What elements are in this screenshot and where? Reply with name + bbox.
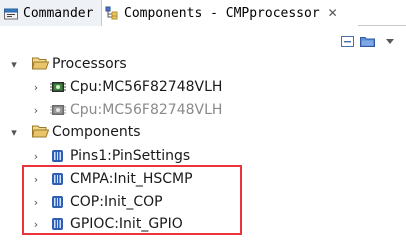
close-icon[interactable]: ✕ — [328, 6, 338, 20]
tab-components[interactable]: Components - CMPprocessor ✕ — [102, 0, 358, 26]
commander-icon — [4, 8, 18, 19]
bean-component-icon — [52, 150, 63, 162]
tab-label: Commander — [23, 5, 94, 21]
tree-node-label: Cpu:MC56F82748VLH — [70, 79, 223, 95]
chevron-right-icon[interactable]: › — [31, 104, 41, 117]
tree-node-label: Processors — [52, 56, 127, 72]
view-menu-icon[interactable] — [384, 36, 396, 47]
tree-node-label: Components — [52, 124, 141, 140]
tree-node-components[interactable]: ▾ Components — [0, 121, 406, 143]
tab-label: Components - CMPprocessor — [124, 5, 320, 21]
tree-node-pins1[interactable]: › Pins1:PinSettings — [0, 145, 406, 167]
components-view-icon — [105, 6, 118, 20]
chevron-down-icon[interactable]: ▾ — [9, 126, 19, 139]
collapse-all-icon[interactable] — [341, 36, 354, 47]
folder-open-icon — [32, 125, 49, 138]
tree-node-cpu[interactable]: › Cpu:MC56F82748VLH — [0, 76, 406, 98]
highlight-box — [22, 165, 242, 235]
tree-node-label: Pins1:PinSettings — [70, 148, 191, 164]
chevron-right-icon[interactable]: › — [31, 150, 41, 163]
chevron-right-icon[interactable]: › — [31, 81, 41, 94]
tree-node-processors[interactable]: ▾ Processors — [0, 53, 406, 75]
cpu-chip-disabled-icon — [50, 105, 66, 115]
folder-open-icon — [32, 57, 49, 70]
open-folder-icon[interactable] — [360, 36, 375, 47]
tab-bar: Commander Components - CMPprocessor ✕ — [0, 0, 406, 26]
tree-node-cpu-disabled[interactable]: › Cpu:MC56F82748VLH — [0, 99, 406, 121]
tree-node-label: Cpu:MC56F82748VLH — [70, 102, 223, 118]
tab-commander[interactable]: Commander — [0, 0, 102, 26]
cpu-chip-icon — [50, 82, 66, 92]
chevron-down-icon[interactable]: ▾ — [9, 58, 19, 71]
